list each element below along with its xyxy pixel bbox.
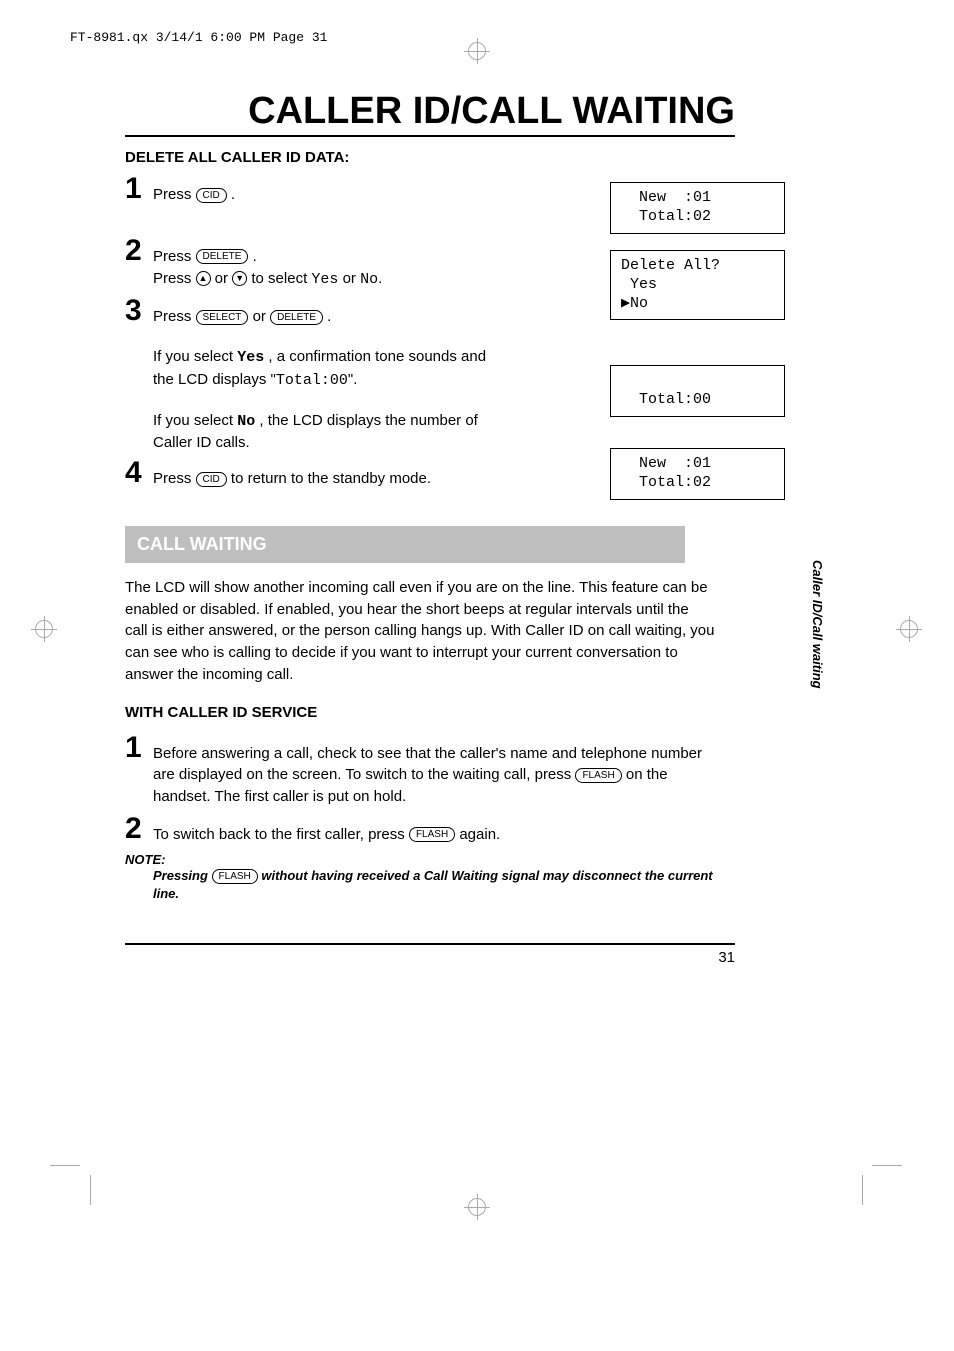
note-a: Pressing bbox=[153, 868, 212, 883]
footer-rule bbox=[125, 943, 735, 945]
cw-step-1-num: 1 bbox=[125, 733, 153, 763]
note-text: Pressing FLASH without having received a… bbox=[153, 867, 735, 903]
step-3-line1-b: . bbox=[323, 308, 331, 325]
delete-button-icon-2: DELETE bbox=[270, 310, 323, 325]
step-4-text-b: to return to the standby mode. bbox=[227, 470, 431, 487]
step-4: 4 Press CID to return to the standby mod… bbox=[125, 458, 495, 490]
step-2-end: . bbox=[378, 270, 382, 287]
reg-mark-left-v bbox=[44, 616, 45, 642]
crop-br-v bbox=[862, 1175, 863, 1205]
step-3-no-val: No bbox=[237, 413, 255, 430]
step-3-no-block: If you select No , the LCD displays the … bbox=[153, 410, 495, 455]
flash-button-icon-2: FLASH bbox=[409, 827, 455, 842]
step-2-line2-b: to select bbox=[247, 270, 311, 287]
cid-button-icon: CID bbox=[196, 188, 227, 203]
page-number: 31 bbox=[125, 949, 735, 966]
section-heading-delete: DELETE ALL CALLER ID DATA: bbox=[125, 149, 735, 166]
side-tab-label: Caller ID/Call waiting bbox=[810, 560, 825, 689]
step-3-no-a: If you select bbox=[153, 412, 237, 429]
step-3-yes-c: ". bbox=[348, 371, 358, 388]
lcd-display-3: Total:00 bbox=[610, 365, 785, 417]
step-1-text-a: Press bbox=[153, 186, 196, 203]
step-2: 2 Press DELETE . Press ▲ or ▼ to select … bbox=[125, 236, 495, 291]
step-2-yes: Yes bbox=[311, 271, 338, 288]
step-3-yes-val: Yes bbox=[237, 349, 264, 366]
cw-step-2-b: again. bbox=[455, 826, 500, 843]
step-2-line2-mid: or bbox=[211, 270, 233, 287]
reg-mark-top-v bbox=[477, 38, 478, 64]
subhead-with-caller-id: WITH CALLER ID SERVICE bbox=[125, 704, 735, 721]
print-slug: FT-8981.qx 3/14/1 6:00 PM Page 31 bbox=[70, 30, 327, 45]
step-3-yes-block: If you select Yes , a confirmation tone … bbox=[153, 346, 495, 392]
step-1-text-b: . bbox=[227, 186, 235, 203]
step-2-line1-b: . bbox=[248, 248, 256, 265]
step-4-num: 4 bbox=[125, 458, 153, 488]
reg-mark-bottom-v bbox=[477, 1194, 478, 1220]
step-2-or: or bbox=[338, 270, 360, 287]
step-2-num: 2 bbox=[125, 236, 153, 266]
step-1-num: 1 bbox=[125, 174, 153, 204]
cw-step-2-num: 2 bbox=[125, 814, 153, 844]
flash-button-icon: FLASH bbox=[575, 768, 621, 783]
flash-button-icon-3: FLASH bbox=[212, 869, 258, 884]
step-3-line1-a: Press bbox=[153, 308, 196, 325]
reg-mark-right-v bbox=[909, 616, 910, 642]
step-1: 1 Press CID . bbox=[125, 174, 495, 206]
down-arrow-icon: ▼ bbox=[232, 271, 247, 286]
up-arrow-icon: ▲ bbox=[196, 271, 211, 286]
select-button-icon: SELECT bbox=[196, 310, 249, 325]
step-3-yes-a: If you select bbox=[153, 348, 237, 365]
cw-step-1: 1 Before answering a call, check to see … bbox=[125, 733, 715, 808]
step-3-yes-lcd: Total:00 bbox=[276, 372, 348, 389]
call-waiting-paragraph: The LCD will show another incoming call … bbox=[125, 577, 715, 686]
step-2-no: No bbox=[360, 271, 378, 288]
lcd-display-1: New :01 Total:02 bbox=[610, 182, 785, 234]
cid-button-icon-2: CID bbox=[196, 472, 227, 487]
step-2-line1-a: Press bbox=[153, 248, 196, 265]
delete-button-icon: DELETE bbox=[196, 249, 249, 264]
note-label: NOTE: bbox=[125, 852, 735, 867]
lcd-display-4: New :01 Total:02 bbox=[610, 448, 785, 500]
cw-step-2-a: To switch back to the first caller, pres… bbox=[153, 826, 409, 843]
step-2-line2-a: Press bbox=[153, 270, 196, 287]
crop-bl-v bbox=[90, 1175, 91, 1205]
crop-bl-h bbox=[50, 1165, 80, 1166]
step-3-line1-mid: or bbox=[248, 308, 270, 325]
lcd-display-2: Delete All? Yes ▶No bbox=[610, 250, 785, 320]
section-bar-call-waiting: CALL WAITING bbox=[125, 526, 685, 563]
cw-step-2: 2 To switch back to the first caller, pr… bbox=[125, 814, 715, 846]
crop-br-h bbox=[872, 1165, 902, 1166]
page-title: CALLER ID/CALL WAITING bbox=[125, 90, 735, 137]
step-4-text-a: Press bbox=[153, 470, 196, 487]
step-3-num: 3 bbox=[125, 296, 153, 326]
step-3: 3 Press SELECT or DELETE . bbox=[125, 296, 495, 328]
